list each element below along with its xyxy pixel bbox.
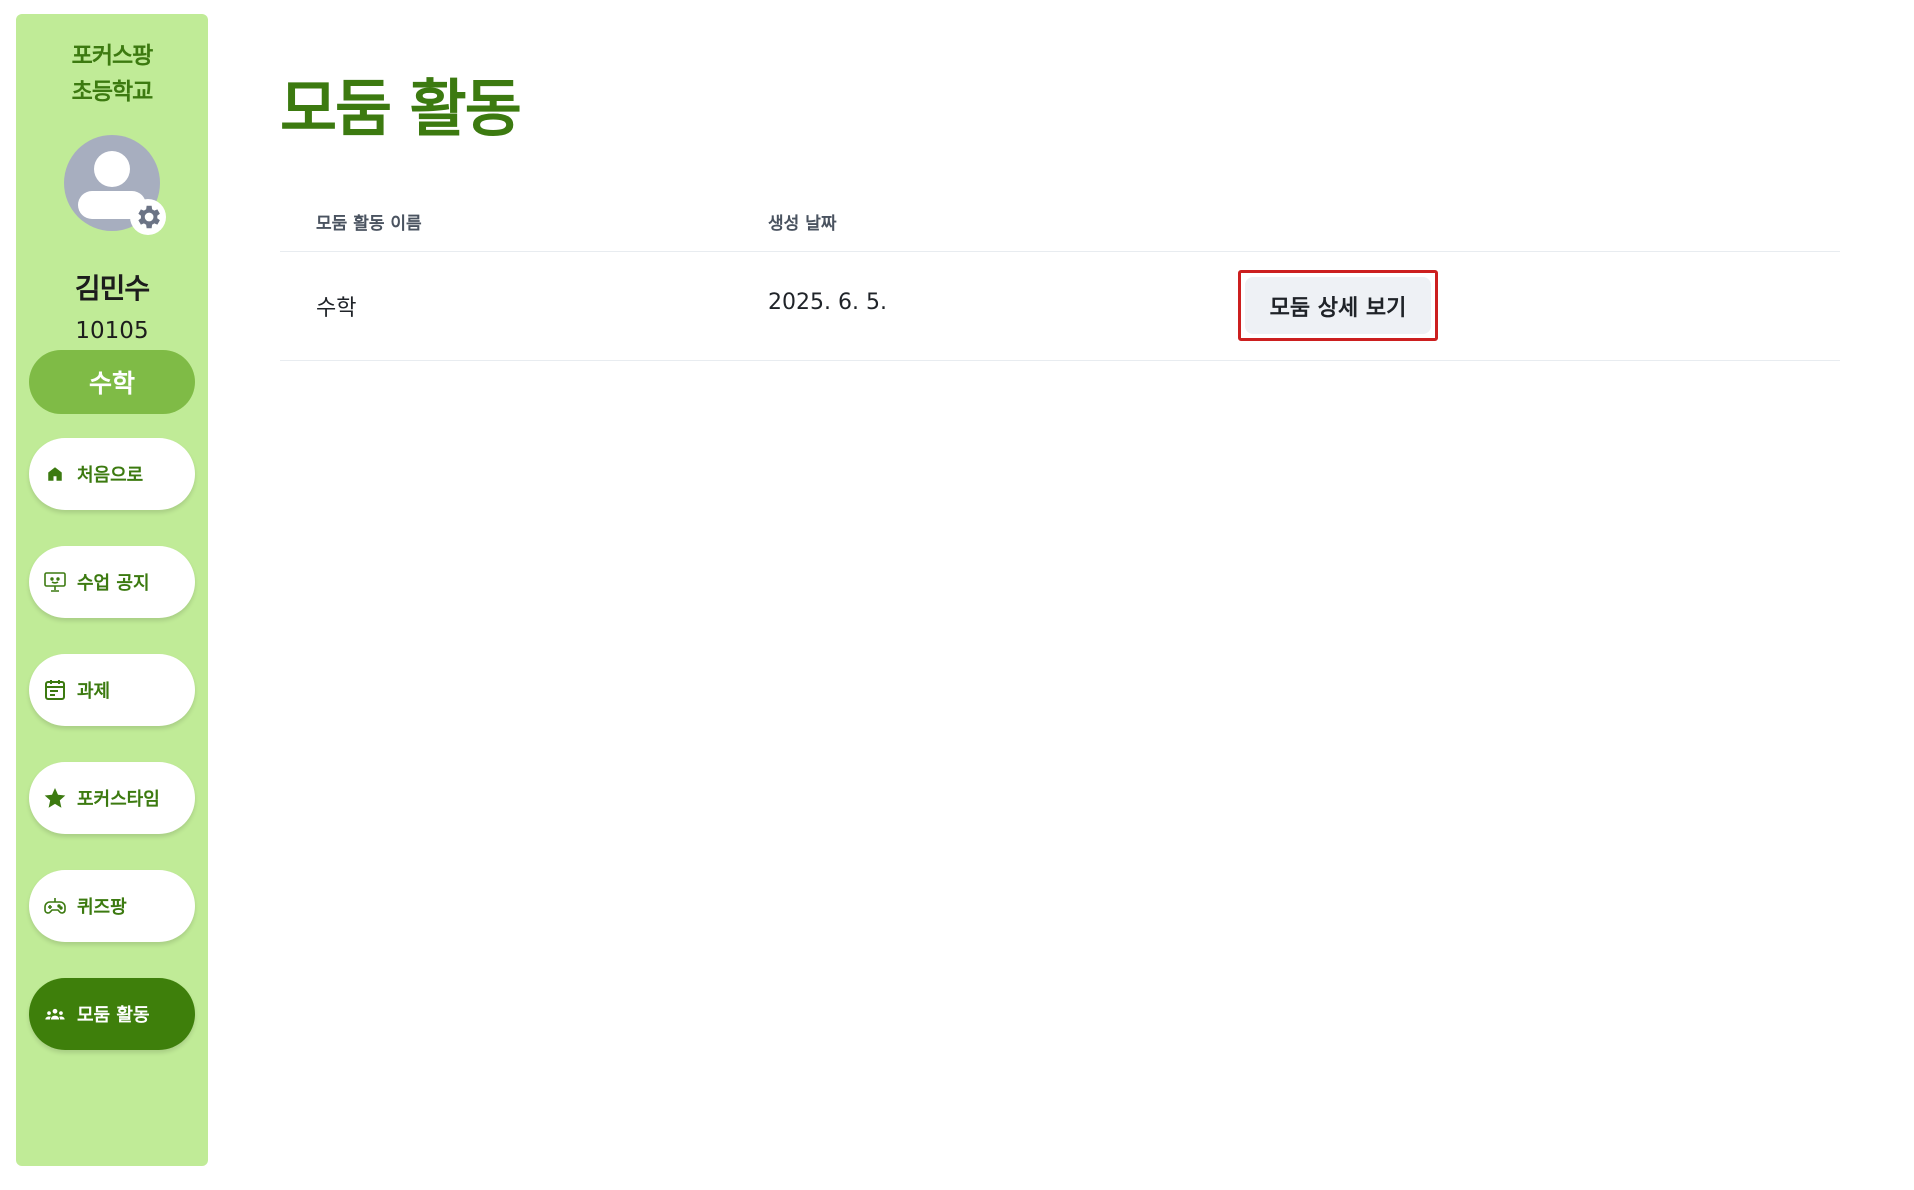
gamepad-icon [42, 893, 68, 919]
nav-item-label: 퀴즈팡 [77, 897, 127, 918]
star-icon [42, 785, 68, 811]
sidebar: 포커스팡 초등학교 김민수 10105 수학 처음으로 수업 공지 과제 포커스… [16, 14, 208, 1166]
table-header: 모둠 활동 이름 생성 날짜 [280, 196, 1840, 252]
school-name-line2: 초등학교 [71, 79, 154, 105]
page-title: 모둠 활동 [280, 72, 522, 145]
avatar-head-icon [94, 151, 130, 187]
group-name-cell: 수학 [316, 296, 357, 321]
home-icon [42, 461, 68, 487]
calendar-icon [42, 677, 68, 703]
nav-item-label: 포커스타임 [77, 789, 160, 810]
school-name: 포커스팡 초등학교 [16, 38, 208, 110]
nav-item-home[interactable]: 처음으로 [29, 438, 195, 510]
nav-item-focustime[interactable]: 포커스타임 [29, 762, 195, 834]
created-date-cell: 2025. 6. 5. [768, 290, 887, 315]
nav-item-label: 모둠 활동 [77, 1005, 150, 1026]
nav-item-assignment[interactable]: 과제 [29, 654, 195, 726]
group-detail-button[interactable]: 모둠 상세 보기 [1245, 277, 1431, 334]
column-header-date: 생성 날짜 [768, 214, 837, 234]
group-icon [42, 1001, 68, 1027]
nav-item-class-notice[interactable]: 수업 공지 [29, 546, 195, 618]
column-header-name: 모둠 활동 이름 [316, 214, 422, 234]
table-row: 수학 2025. 6. 5. 모둠 상세 보기 [280, 252, 1840, 361]
nav-item-quiz[interactable]: 퀴즈팡 [29, 870, 195, 942]
user-name: 김민수 [74, 272, 150, 305]
school-name-line1: 포커스팡 [71, 43, 154, 69]
user-id: 10105 [75, 318, 149, 344]
nav-item-label: 과제 [77, 681, 111, 702]
nav-item-label: 수업 공지 [77, 573, 150, 594]
detail-button-highlight: 모둠 상세 보기 [1238, 270, 1438, 341]
nav-item-label: 처음으로 [77, 465, 144, 486]
subject-badge: 수학 [29, 350, 195, 414]
nav-item-group-activity[interactable]: 모둠 활동 [29, 978, 195, 1050]
presentation-icon [42, 569, 68, 595]
gear-icon[interactable] [130, 199, 166, 235]
